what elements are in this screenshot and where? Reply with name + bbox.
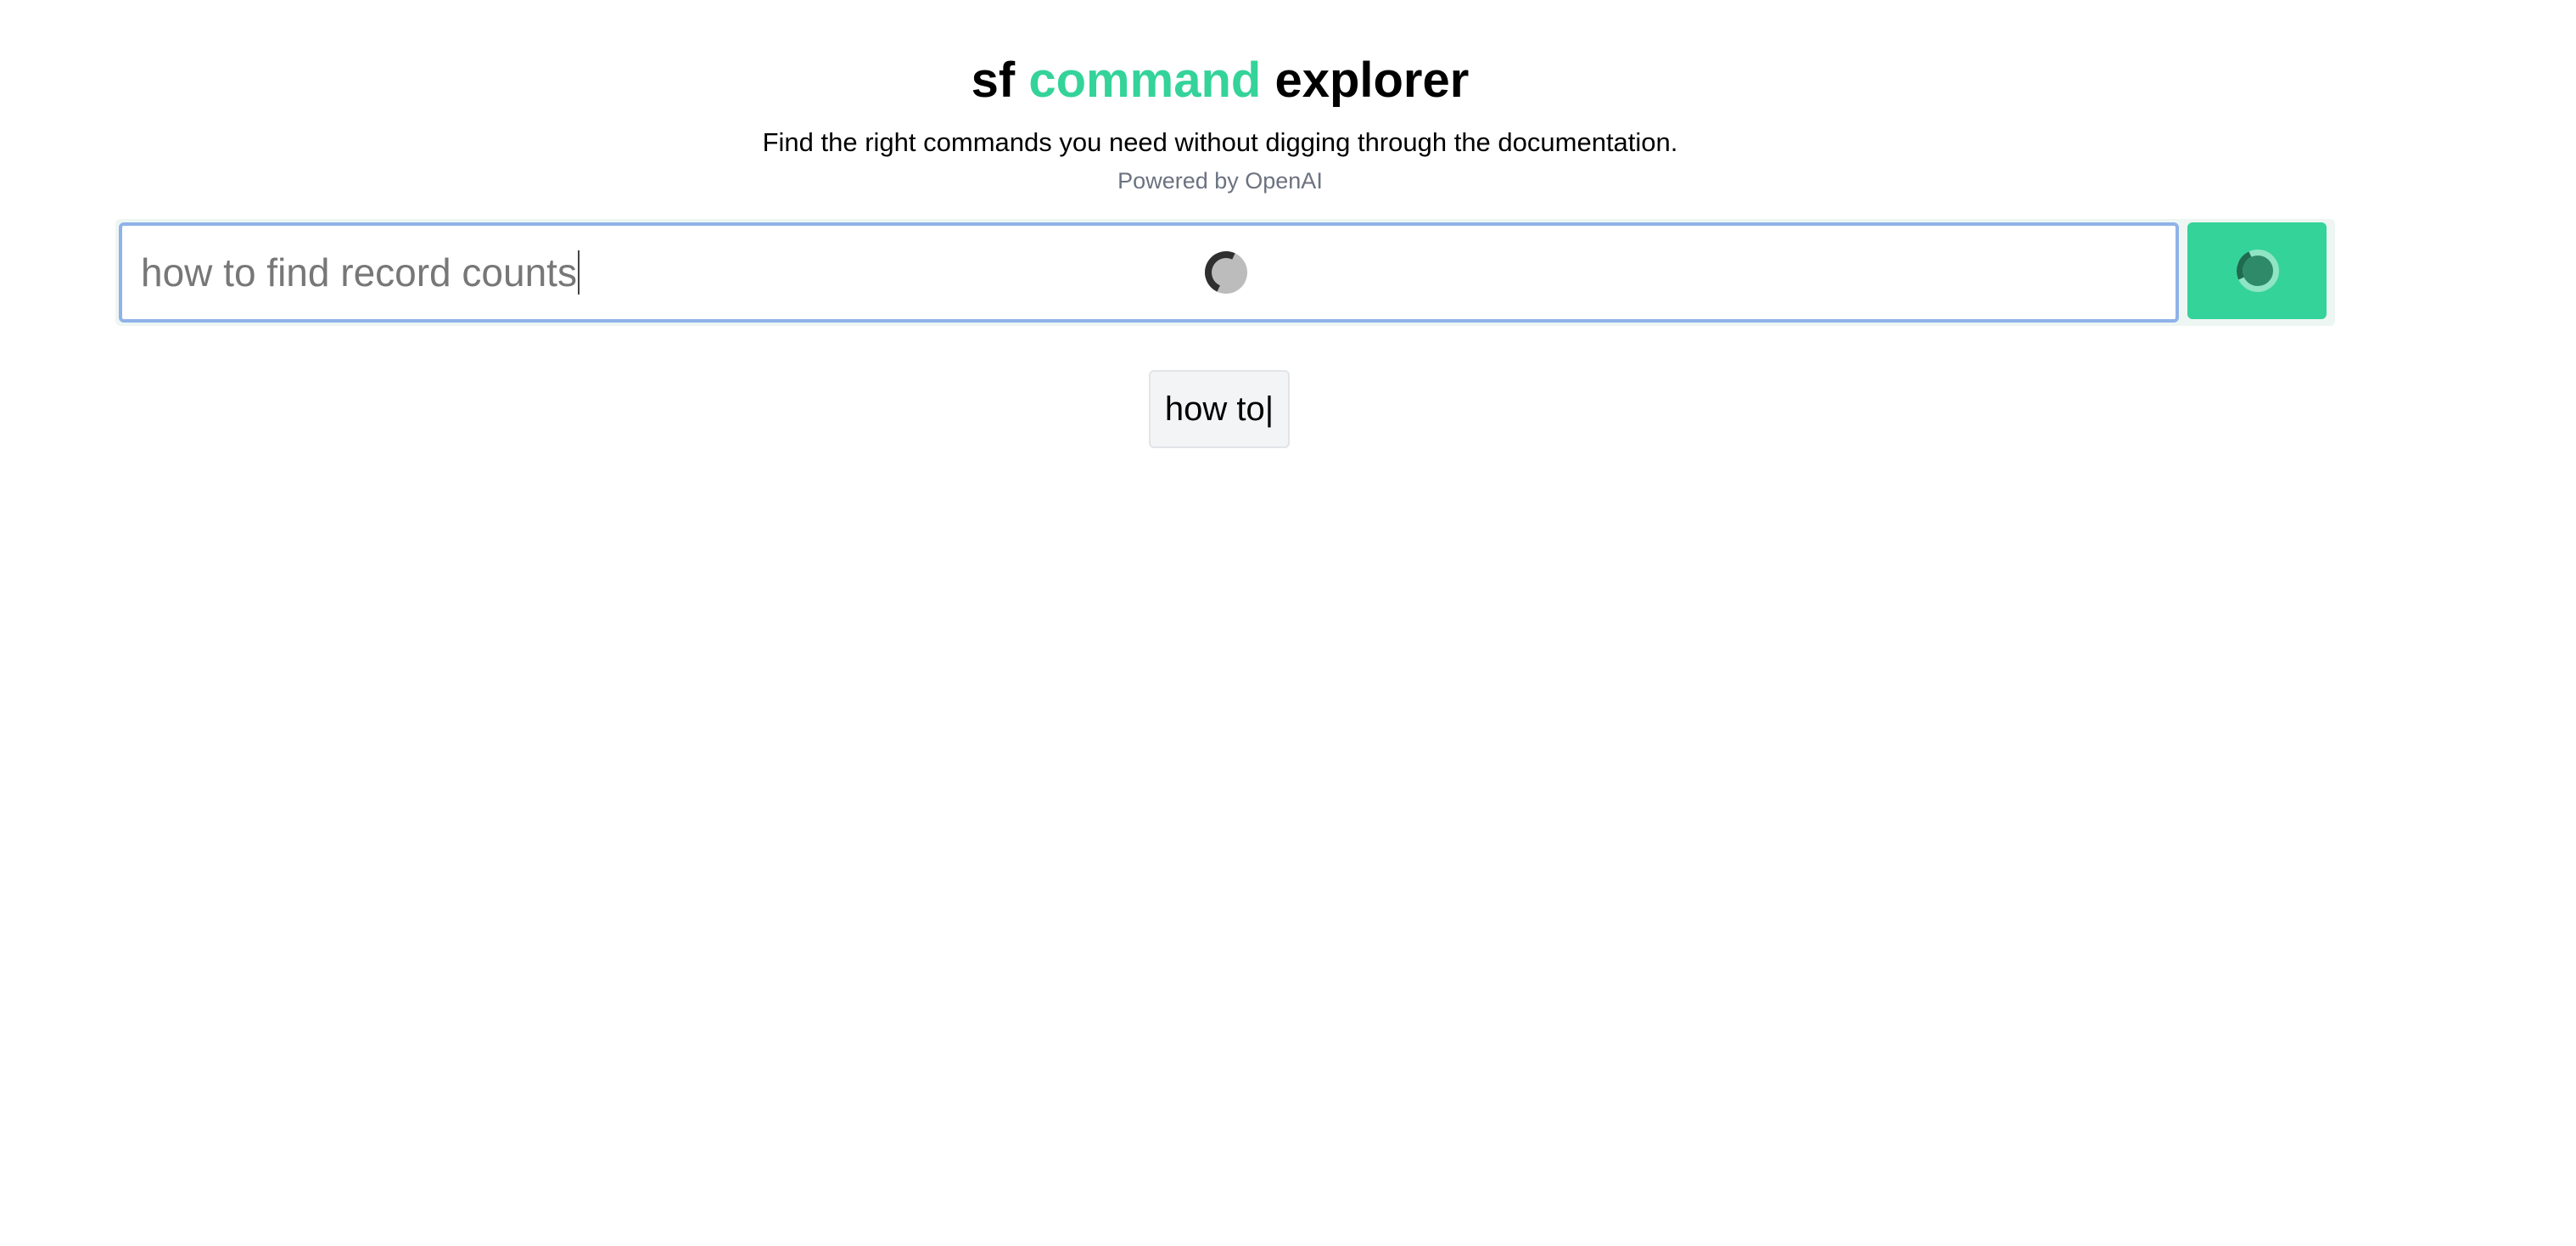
page-subtitle: Find the right commands you need without… [762,127,1678,157]
title-prefix: sf [971,53,1016,108]
page: sf command explorer Find the right comma… [0,0,2576,1246]
search-input-value: how to find record counts [141,226,580,319]
typing-preview-chip: how to| [1149,370,1290,448]
page-title: sf command explorer [0,49,2440,112]
loading-spinner-icon [1205,251,1247,294]
search-input[interactable]: how to find record counts [119,222,2179,323]
search-input-text: how to find record counts [141,250,577,295]
title-suffix: explorer [1274,53,1470,108]
powered-by-label: Powered by OpenAI [1117,168,1323,194]
spinner-icon [2237,250,2279,292]
text-caret [577,250,580,295]
search-bar: how to find record counts [115,219,2335,326]
search-button[interactable] [2187,222,2327,319]
title-accent: command [1028,53,1262,108]
